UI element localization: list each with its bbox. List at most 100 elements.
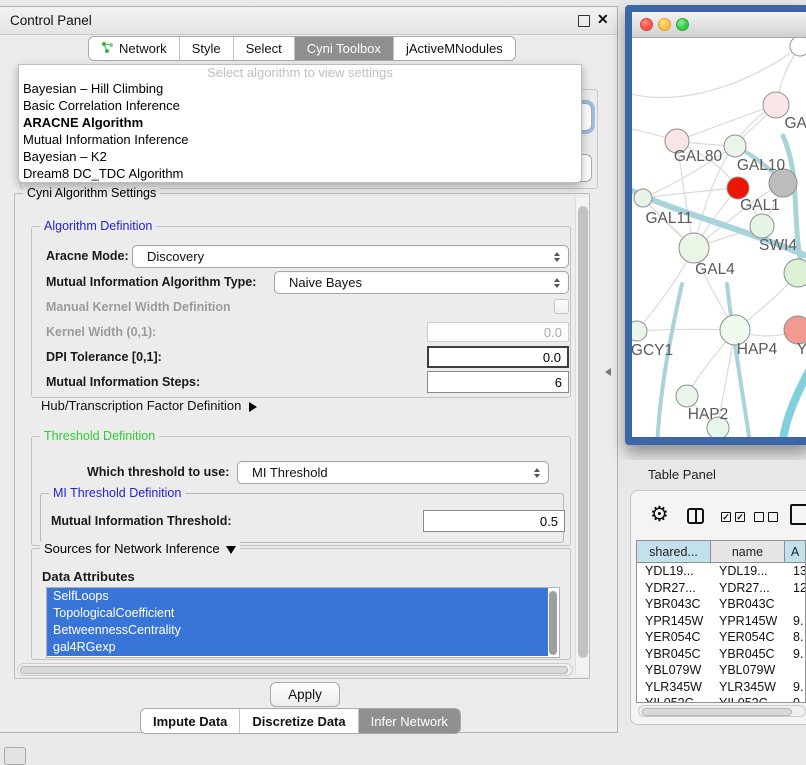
collapsed-panel-button[interactable] — [4, 747, 26, 765]
graph-node-label: GAL80 — [674, 148, 723, 165]
aracne-mode-label: Aracne Mode: — [46, 249, 129, 263]
threshold-definition-group: Threshold Definition Which threshold to … — [31, 436, 571, 546]
table-hscrollbar[interactable] — [638, 705, 806, 717]
list-item[interactable]: gal4RGexp — [47, 639, 548, 656]
graph-node-label: GAL1 — [740, 197, 780, 214]
mi-threshold-field[interactable]: 0.5 — [423, 510, 565, 532]
graph-node-label: GCY1 — [632, 342, 673, 359]
list-item[interactable]: TopologicalCoefficient — [47, 605, 548, 622]
table-row[interactable]: YBR043CYBR043C — [637, 596, 805, 613]
settings-vscrollbar-thumb[interactable] — [578, 206, 588, 658]
collapse-down-icon[interactable] — [226, 546, 236, 554]
apply-button[interactable]: Apply — [270, 682, 340, 707]
table-row[interactable]: YIL052CYIL052C0. — [637, 695, 805, 703]
splitpane-arrow-icon[interactable] — [605, 368, 611, 376]
stepper-icon — [554, 278, 560, 288]
settings-vscrollbar[interactable] — [575, 198, 589, 674]
close-traffic-light-icon[interactable] — [640, 18, 653, 31]
mi-type-select[interactable]: Naive Bayes — [274, 271, 569, 294]
tab-cyni-toolbox-label: Cyni Toolbox — [307, 41, 381, 56]
settings-hscrollbar[interactable] — [17, 663, 573, 676]
minimize-traffic-light-icon[interactable] — [658, 18, 671, 31]
table-row[interactable]: YDR27...YDR27...12 — [637, 580, 805, 597]
aracne-mode-select[interactable]: Discovery — [132, 245, 569, 268]
tab-cyni-toolbox[interactable]: Cyni Toolbox — [295, 37, 394, 60]
close-icon[interactable]: ✕ — [597, 11, 609, 28]
settings-group-title: Cyni Algorithm Settings — [23, 186, 160, 200]
graph-node[interactable] — [750, 214, 774, 238]
tab-style[interactable]: Style — [180, 37, 234, 60]
zoom-traffic-light-icon[interactable] — [676, 18, 689, 31]
which-threshold-label: Which threshold to use: — [87, 465, 229, 479]
which-threshold-select[interactable]: MI Threshold — [237, 461, 549, 484]
graph-node[interactable] — [634, 189, 652, 207]
list-item[interactable]: SelfLoops — [47, 588, 548, 605]
table-row[interactable]: YBR045CYBR045C9. — [637, 646, 805, 663]
list-item[interactable]: BetweennessCentrality — [47, 622, 548, 639]
tab-infer-label: Infer Network — [371, 714, 448, 729]
kernel-width-field[interactable]: 0.0 — [427, 322, 569, 342]
table-row[interactable]: YPR145WYPR145W9. — [637, 613, 805, 630]
tab-select[interactable]: Select — [234, 37, 295, 60]
dropdown-item[interactable]: Basic Correlation Inference — [19, 97, 581, 114]
list-scrollbar-thumb[interactable] — [549, 591, 557, 655]
dropdown-item[interactable]: Bayesian – Hill Climbing — [19, 80, 581, 97]
apply-button-label: Apply — [288, 687, 322, 702]
select-all-checkboxes-icon[interactable]: ✓✓ — [721, 512, 745, 522]
graph-node[interactable] — [632, 321, 647, 341]
dpi-tolerance-label: DPI Tolerance [0,1]: — [46, 350, 162, 364]
graph-node[interactable] — [679, 233, 709, 263]
kernel-width-value: 0.0 — [544, 325, 562, 340]
split-columns-icon[interactable] — [687, 508, 704, 524]
graph-node[interactable] — [790, 38, 806, 56]
dropdown-item[interactable]: Dream8 DC_TDC Algorithm — [19, 165, 581, 182]
control-panel-titlebar[interactable]: Control Panel ✕ — [0, 7, 617, 35]
dpi-tolerance-field[interactable]: 0.0 — [427, 346, 569, 368]
deselect-all-checkboxes-icon[interactable] — [754, 512, 778, 522]
tab-jactivemnodules[interactable]: jActiveMNodules — [394, 37, 515, 60]
manual-kernel-checkbox[interactable] — [554, 299, 569, 314]
network-window-titlebar[interactable] — [632, 12, 806, 38]
gear-icon[interactable]: ⚙ — [650, 504, 669, 525]
table-panel-header[interactable]: Table Panel — [620, 460, 806, 488]
network-graph-canvas[interactable]: GALGAL80GAL10GAL11GAL1SWI4GAL4GCY1HAP4YH… — [632, 38, 806, 437]
graph-node-label: GAL11 — [645, 210, 692, 227]
sources-group-title: Sources for Network Inference — [40, 541, 240, 556]
graph-node[interactable] — [724, 135, 746, 157]
restore-icon[interactable] — [578, 15, 590, 27]
tab-discretize-data[interactable]: Discretize Data — [240, 709, 358, 733]
table-row[interactable]: YER054CYER054C8. — [637, 629, 805, 646]
graph-node[interactable] — [727, 177, 749, 199]
dropdown-item[interactable]: Mutual Information Inference — [19, 131, 581, 148]
dropdown-item[interactable]: Bayesian – K2 — [19, 148, 581, 165]
graph-node-label: GAL — [784, 115, 806, 132]
hub-definition-row[interactable]: Hub/Transcription Factor Definition — [41, 398, 257, 413]
graph-node[interactable] — [784, 259, 806, 287]
column-header-name[interactable]: name — [711, 541, 785, 562]
graph-node[interactable] — [676, 385, 698, 407]
tab-network[interactable]: Network — [89, 37, 180, 60]
graph-node[interactable] — [784, 316, 806, 344]
column-header-shared-name[interactable]: shared... — [637, 541, 711, 562]
attribute-table: shared... name A YDL19...YDL19...13 YDR2… — [636, 540, 806, 703]
expand-right-icon[interactable] — [249, 402, 257, 412]
tab-impute-data[interactable]: Impute Data — [141, 709, 240, 733]
table-document-icon[interactable] — [790, 504, 806, 525]
screenshot-root: { "window": { "title": "Control Panel" }… — [0, 0, 806, 762]
dropdown-item-selected[interactable]: ARACNE Algorithm — [19, 114, 581, 131]
tab-infer-network[interactable]: Infer Network — [359, 709, 460, 733]
table-row[interactable]: YBL079WYBL079W — [637, 662, 805, 679]
threshold-definition-title: Threshold Definition — [40, 429, 159, 443]
mi-steps-field[interactable]: 6 — [427, 371, 569, 393]
settings-hscrollbar-thumb[interactable] — [20, 666, 568, 674]
tab-jactivemnodules-label: jActiveMNodules — [406, 41, 503, 56]
tab-network-label: Network — [119, 41, 167, 56]
table-row[interactable]: YDL19...YDL19...13 — [637, 563, 805, 580]
table-row[interactable]: YLR345WYLR345W9. — [637, 679, 805, 696]
tab-select-label: Select — [246, 41, 282, 56]
graph-node-label: GAL10 — [737, 157, 786, 174]
data-attributes-list[interactable]: SelfLoops TopologicalCoefficient Between… — [46, 587, 560, 658]
tab-discretize-label: Discretize Data — [252, 714, 345, 729]
table-hscrollbar-thumb[interactable] — [642, 708, 792, 716]
column-header-partial[interactable]: A — [785, 541, 805, 562]
